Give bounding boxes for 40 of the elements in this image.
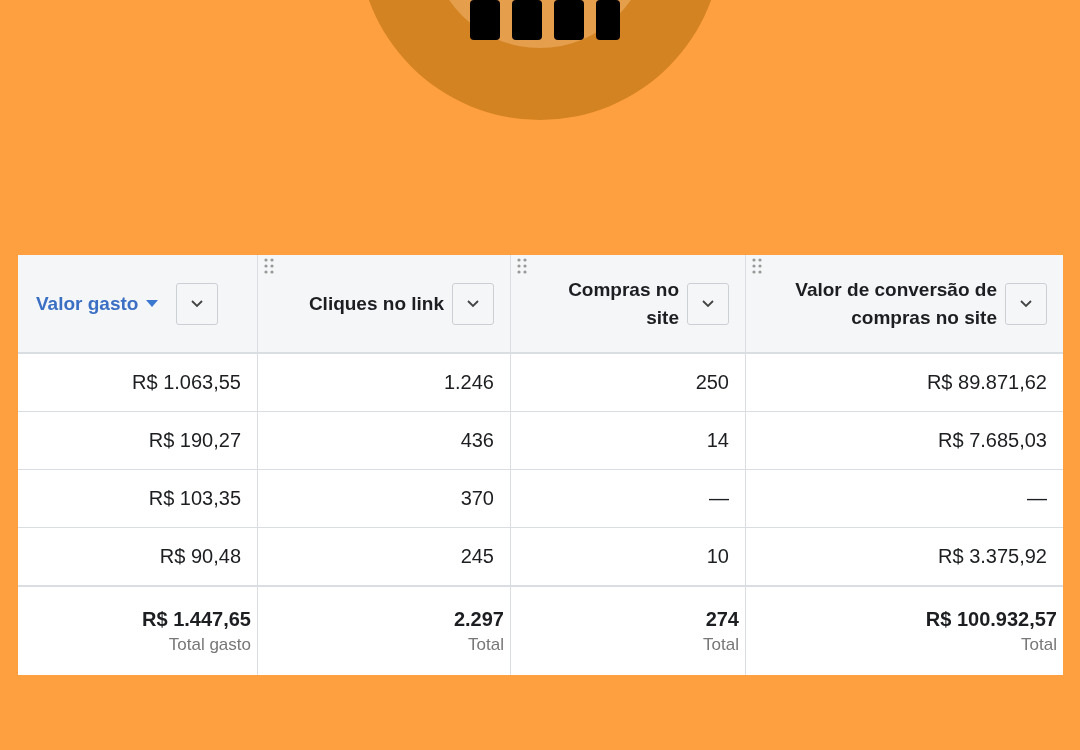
drag-handle-icon[interactable] (517, 258, 527, 274)
table-cell: R$ 103,35 (148, 487, 241, 510)
total-value: 2.297 (453, 607, 504, 631)
table-cell: 370 (460, 487, 494, 510)
sort-caret-icon (146, 299, 159, 308)
total-label: Total (1021, 634, 1057, 655)
table-cell: — (709, 487, 729, 510)
chevron-down-icon (702, 299, 714, 308)
column-menu-button[interactable] (687, 282, 729, 325)
column-menu-button[interactable] (452, 282, 494, 325)
table-cell: R$ 1.063,55 (132, 371, 241, 394)
drag-handle-icon[interactable] (264, 258, 274, 274)
total-value: R$ 100.932,57 (925, 607, 1057, 631)
total-label: Total gasto (168, 634, 251, 655)
column-header[interactable]: Cliques no link (308, 289, 444, 318)
table-cell: R$ 3.375,92 (938, 545, 1047, 568)
total-value: 274 (705, 607, 739, 631)
total-label: Total (703, 634, 739, 655)
chevron-down-icon (467, 299, 479, 308)
drag-handle-icon[interactable] (752, 258, 762, 274)
table-cell: R$ 90,48 (159, 545, 241, 568)
table-cell: R$ 7.685,03 (938, 429, 1047, 452)
table-cell: R$ 190,27 (148, 429, 241, 452)
table-cell: — (1027, 487, 1047, 510)
total-value: R$ 1.447,65 (142, 607, 251, 631)
column-menu-button[interactable] (176, 282, 219, 325)
column-menu-button[interactable] (1005, 282, 1047, 325)
table-cell: 245 (460, 545, 494, 568)
column-header[interactable]: Compras no site (549, 275, 679, 332)
column-header[interactable]: Valor gasto (36, 289, 139, 318)
table-cell: 1.246 (443, 371, 494, 394)
column-header[interactable]: Valor de conversão de compras no site (764, 275, 997, 332)
table-cell: R$ 89.871,62 (926, 371, 1047, 394)
table-cell: 250 (695, 371, 729, 394)
table-cell: 14 (706, 429, 729, 452)
table-cell: 436 (460, 429, 494, 452)
total-label: Total (468, 634, 504, 655)
table-cell: 10 (706, 545, 729, 568)
chevron-down-icon (1020, 299, 1032, 308)
chevron-down-icon (191, 299, 204, 308)
